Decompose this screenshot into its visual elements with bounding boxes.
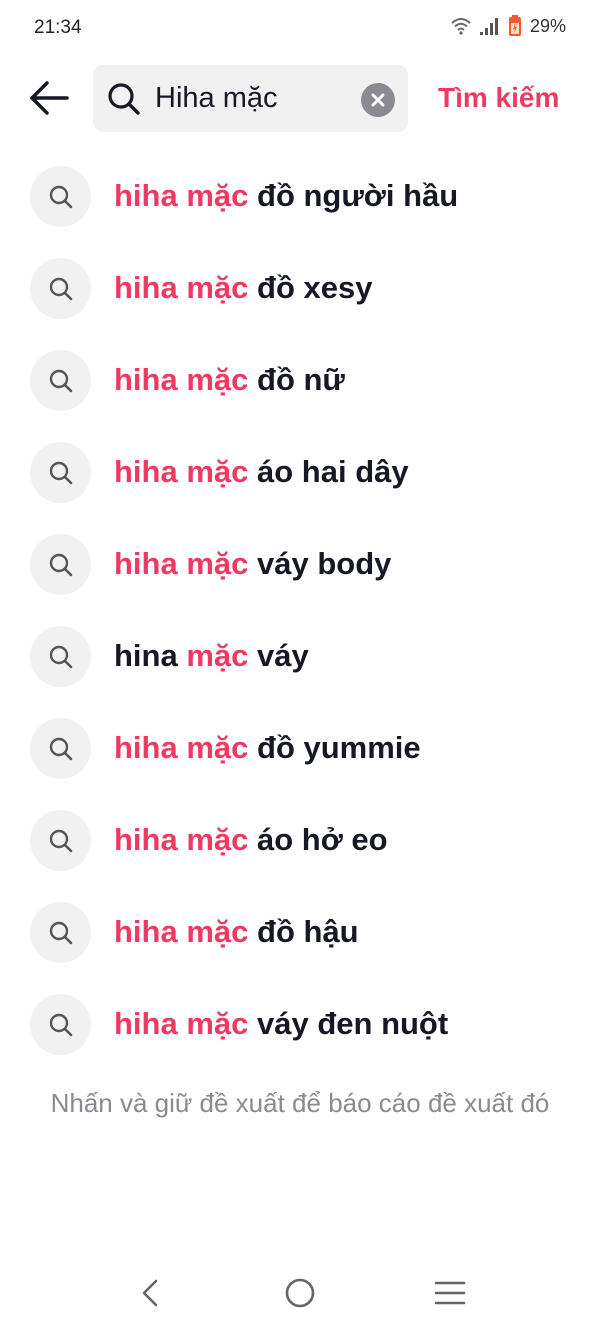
suggestion-rest: váy body	[248, 546, 392, 581]
suggestion-rest: áo hở eo	[248, 822, 388, 857]
suggestion-list: hiha mặc đồ người hầu hiha mặc đồ xesy h…	[0, 150, 600, 1070]
suggestion-item[interactable]: hiha mặc váy body	[0, 518, 600, 610]
suggestion-highlight: hiha mặc	[114, 454, 249, 489]
suggestion-rest: đồ yummie	[248, 730, 421, 765]
nav-back-icon	[142, 1279, 158, 1307]
status-bar: 21:34 29%	[0, 0, 600, 58]
suggestion-text: hiha mặc đồ hậu	[114, 886, 359, 978]
status-time: 21:34	[34, 17, 82, 38]
suggestion-item[interactable]: hiha mặc đồ người hầu	[0, 150, 600, 242]
search-icon	[30, 258, 91, 319]
suggestion-text: hiha mặc đồ nữ	[114, 334, 345, 426]
suggestion-rest: váy đen nuột	[248, 1006, 449, 1041]
suggestion-highlight: hiha mặc	[114, 362, 249, 397]
suggestion-item[interactable]: hiha mặc đồ yummie	[0, 702, 600, 794]
suggestion-rest: đồ nữ	[248, 362, 345, 397]
suggestion-rest: áo hai dây	[248, 454, 409, 489]
suggestion-highlight: hiha mặc	[114, 822, 249, 857]
suggestion-text: hiha mặc đồ xesy	[114, 242, 372, 334]
suggestion-text: hiha mặc đồ yummie	[114, 702, 421, 794]
suggestion-rest: đồ xesy	[248, 270, 373, 305]
clear-icon	[371, 93, 385, 107]
suggestion-prefix: hina	[114, 638, 187, 673]
suggestion-item[interactable]: hiha mặc váy đen nuột	[0, 978, 600, 1070]
search-icon	[30, 166, 91, 227]
suggestion-item[interactable]: hiha mặc đồ hậu	[0, 886, 600, 978]
nav-home-button[interactable]	[270, 1268, 330, 1318]
search-icon	[30, 626, 91, 687]
suggestion-item[interactable]: hiha mặc đồ xesy	[0, 242, 600, 334]
suggestion-rest: váy	[248, 638, 309, 673]
suggestion-rest: đồ người hầu	[248, 178, 459, 213]
suggestion-text: hina mặc váy	[114, 610, 309, 702]
battery-percent: 29%	[529, 15, 566, 36]
search-icon	[30, 534, 91, 595]
search-icon	[30, 810, 91, 871]
suggestion-rest: đồ hậu	[248, 914, 359, 949]
status-icons: 29%	[450, 15, 566, 37]
wifi-icon	[450, 17, 472, 35]
search-icon	[106, 81, 142, 117]
suggestion-highlight: mặc	[186, 638, 249, 673]
nav-menu-icon	[434, 1281, 466, 1305]
search-screen: 21:34 29% Hiha mặc Tìm kiếm hiha mặc đồ …	[0, 0, 600, 1333]
signal-icon	[479, 17, 501, 35]
suggestion-text: hiha mặc đồ người hầu	[114, 150, 458, 242]
suggestion-highlight: hiha mặc	[114, 1006, 249, 1041]
nav-back-button[interactable]	[120, 1268, 180, 1318]
suggestion-item[interactable]: hiha mặc áo hở eo	[0, 794, 600, 886]
search-header: Tìm kiếm	[0, 64, 600, 134]
back-button[interactable]	[27, 78, 77, 118]
suggestion-highlight: hiha mặc	[114, 730, 249, 765]
search-input[interactable]	[155, 65, 355, 132]
search-icon	[30, 994, 91, 1055]
search-icon	[30, 902, 91, 963]
suggestion-text: hiha mặc váy body	[114, 518, 391, 610]
suggestion-highlight: hiha mặc	[114, 546, 249, 581]
suggestion-text: hiha mặc áo hở eo	[114, 794, 388, 886]
search-icon	[30, 350, 91, 411]
clear-search-button[interactable]	[361, 83, 395, 117]
suggestion-text: hiha mặc váy đen nuột	[114, 978, 448, 1070]
suggestion-highlight: hiha mặc	[114, 914, 249, 949]
suggestion-item[interactable]: hina mặc váy	[0, 610, 600, 702]
suggestion-highlight: hiha mặc	[114, 178, 249, 213]
search-icon	[30, 442, 91, 503]
search-icon	[30, 718, 91, 779]
suggestion-item[interactable]: hiha mặc đồ nữ	[0, 334, 600, 426]
suggestion-highlight: hiha mặc	[114, 270, 249, 305]
system-navbar	[0, 1268, 600, 1318]
battery-icon	[508, 15, 522, 37]
search-submit-button[interactable]: Tìm kiếm	[438, 82, 559, 114]
report-hint: Nhấn và giữ đề xuất để báo cáo đề xuất đ…	[50, 1088, 550, 1118]
suggestion-text: hiha mặc áo hai dây	[114, 426, 409, 518]
arrow-left-icon	[30, 81, 69, 115]
nav-home-icon	[285, 1278, 315, 1308]
suggestion-item[interactable]: hiha mặc áo hai dây	[0, 426, 600, 518]
nav-menu-button[interactable]	[420, 1268, 480, 1318]
